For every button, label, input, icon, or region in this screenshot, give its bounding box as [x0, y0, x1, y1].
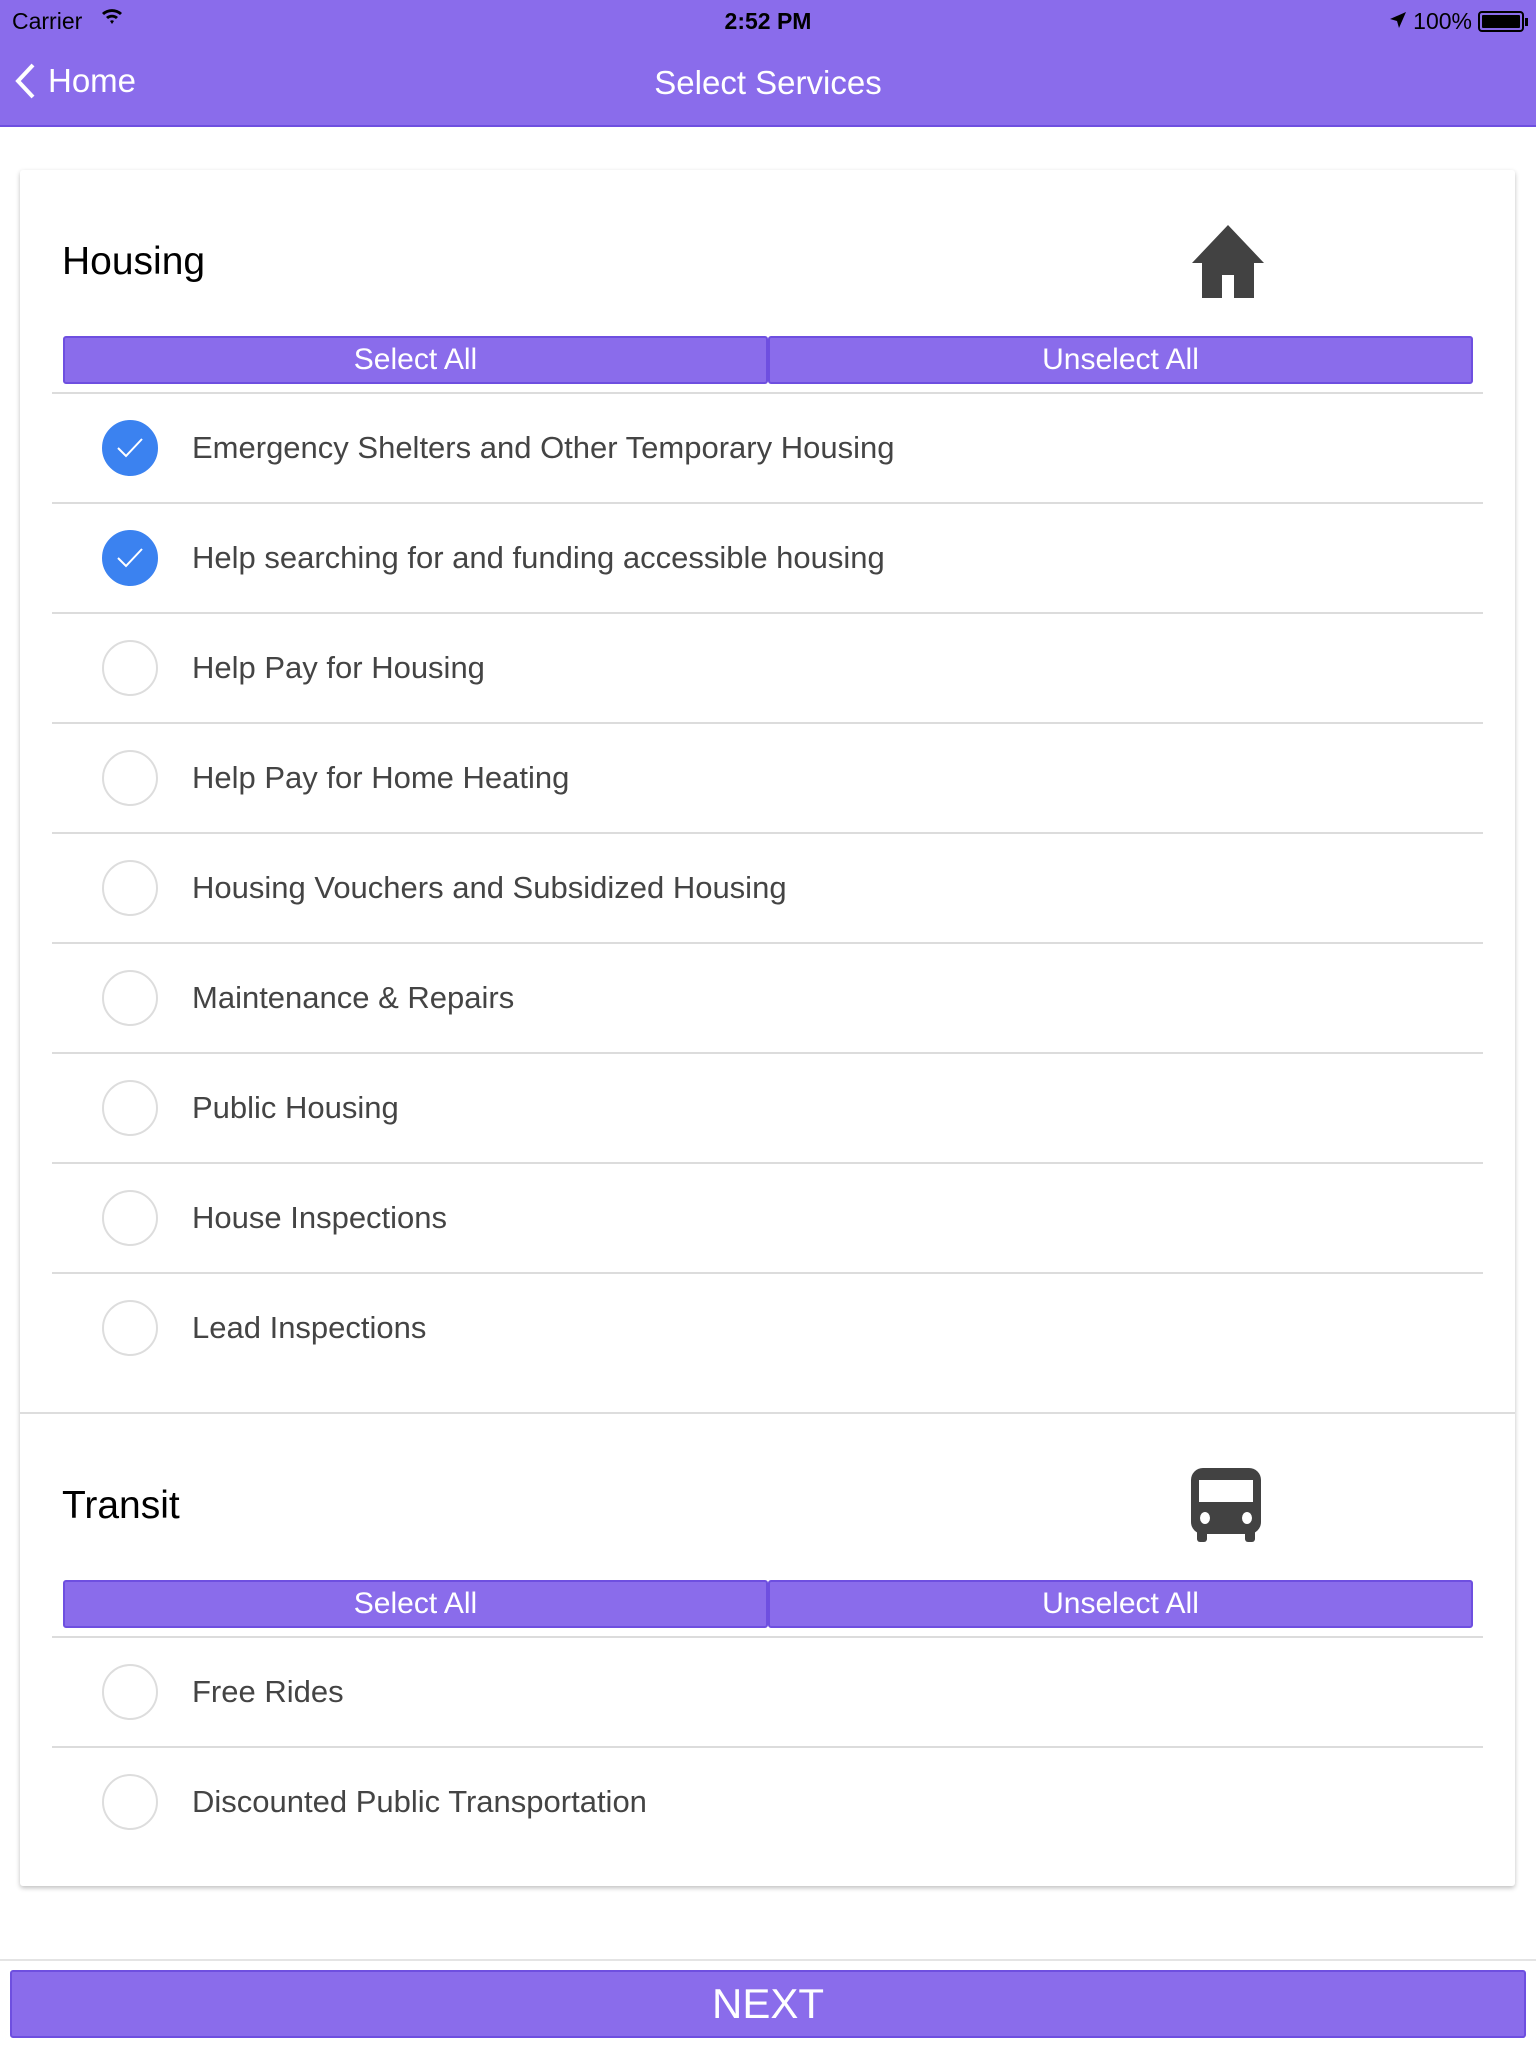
- checkbox[interactable]: [102, 1300, 158, 1356]
- service-item[interactable]: Help Pay for Home Heating: [52, 722, 1483, 832]
- service-item[interactable]: Public Housing: [52, 1052, 1483, 1162]
- service-item[interactable]: Lead Inspections: [52, 1272, 1483, 1382]
- unselect-all-button[interactable]: Unselect All: [768, 336, 1473, 384]
- item-label: Discounted Public Transportation: [192, 1784, 647, 1819]
- unselect-all-button[interactable]: Unselect All: [768, 1580, 1473, 1628]
- navigation-bar: Carrier 2:52 PM 100% Home Select Service…: [0, 0, 1536, 127]
- house-icon: [1190, 223, 1266, 304]
- section-title: Transit: [62, 1484, 180, 1527]
- checkbox[interactable]: [102, 1190, 158, 1246]
- next-button[interactable]: NEXT: [10, 1970, 1526, 2038]
- checkbox-checked[interactable]: [102, 530, 158, 586]
- location-arrow-icon: [1389, 8, 1407, 35]
- item-label: Help Pay for Home Heating: [192, 760, 570, 795]
- services-card: Housing Select All Unselect All Emergenc…: [20, 170, 1515, 1886]
- battery-percent: 100%: [1413, 8, 1472, 34]
- back-label: Home: [48, 62, 137, 99]
- checkbox-checked[interactable]: [102, 420, 158, 476]
- status-bar: Carrier 2:52 PM 100%: [0, 0, 1536, 40]
- select-all-button[interactable]: Select All: [63, 336, 768, 384]
- item-label: Help Pay for Housing: [192, 650, 485, 685]
- checkbox[interactable]: [102, 640, 158, 696]
- item-label: Public Housing: [192, 1090, 399, 1125]
- item-label: Help searching for and funding accessibl…: [192, 540, 885, 575]
- service-item[interactable]: Housing Vouchers and Subsidized Housing: [52, 832, 1483, 942]
- checkbox[interactable]: [102, 1080, 158, 1136]
- service-item[interactable]: Help searching for and funding accessibl…: [52, 502, 1483, 612]
- checkbox[interactable]: [102, 1664, 158, 1720]
- service-item[interactable]: Help Pay for Housing: [52, 612, 1483, 722]
- checkbox[interactable]: [102, 1774, 158, 1830]
- checkbox[interactable]: [102, 860, 158, 916]
- battery-icon: [1478, 11, 1528, 32]
- service-item[interactable]: Free Rides: [52, 1636, 1483, 1746]
- service-item[interactable]: Discounted Public Transportation: [52, 1746, 1483, 1856]
- service-item[interactable]: Emergency Shelters and Other Temporary H…: [52, 392, 1483, 502]
- item-label: House Inspections: [192, 1200, 448, 1235]
- item-label: Free Rides: [192, 1674, 344, 1709]
- section-title: Housing: [62, 240, 206, 283]
- service-item[interactable]: House Inspections: [52, 1162, 1483, 1272]
- bus-icon: [1191, 1468, 1261, 1547]
- checkbox[interactable]: [102, 750, 158, 806]
- item-label: Emergency Shelters and Other Temporary H…: [192, 430, 895, 465]
- checkbox[interactable]: [102, 970, 158, 1026]
- back-button[interactable]: Home: [14, 62, 136, 100]
- item-label: Lead Inspections: [192, 1310, 427, 1345]
- item-label: Maintenance & Repairs: [192, 980, 515, 1015]
- section-divider: [20, 1412, 1515, 1414]
- service-item[interactable]: Maintenance & Repairs: [52, 942, 1483, 1052]
- footer-divider: [0, 1959, 1536, 1961]
- select-all-button[interactable]: Select All: [63, 1580, 768, 1628]
- clock: 2:52 PM: [724, 8, 812, 34]
- page-title: Select Services: [654, 64, 882, 101]
- item-label: Housing Vouchers and Subsidized Housing: [192, 870, 787, 905]
- chevron-left-icon: [15, 63, 35, 99]
